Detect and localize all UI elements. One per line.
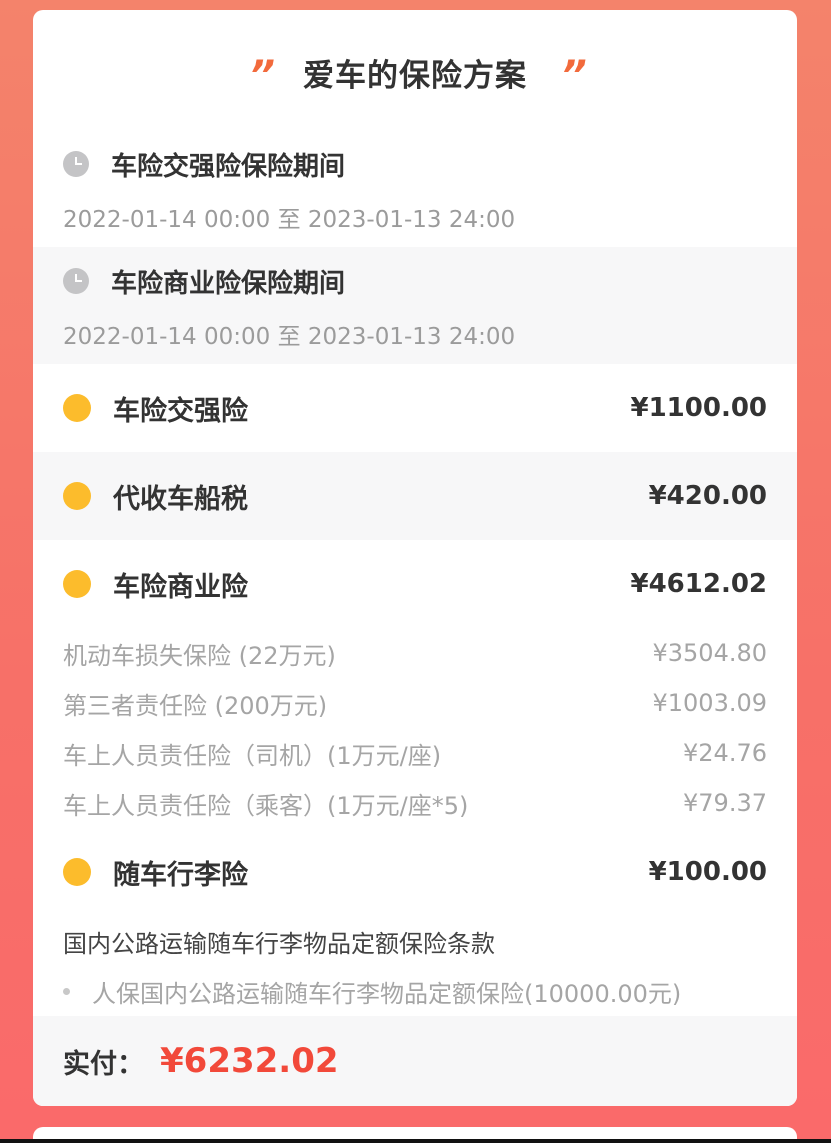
item-label: 代收车船税 — [113, 483, 248, 515]
bullet-icon — [63, 987, 70, 995]
detail-row-passenger: 车上人员责任险（乘客）(1万元/座*5) ¥79.37 — [33, 778, 797, 828]
total-row: 实付： ¥6232.02 — [33, 1016, 797, 1106]
dot-icon — [63, 394, 91, 422]
item-amount: ¥420.00 — [648, 481, 767, 511]
quote-left-icon: ” — [249, 53, 275, 99]
detail-label: 机动车损失保险 (22万元) — [63, 641, 336, 670]
period-compulsory: 车险交强险保险期间 2022-01-14 00:00 至 2023-01-13 … — [33, 130, 797, 247]
item-label: 车险交强险 — [113, 395, 248, 427]
detail-amount: ¥3504.80 — [652, 639, 767, 667]
clause-item-text: 人保国内公路运输随车行李物品定额保险(10000.00元) — [92, 979, 682, 1008]
item-luggage-insurance: 随车行李险 ¥100.00 — [33, 828, 797, 916]
item-amount: ¥100.00 — [648, 857, 767, 887]
insurance-plan-card: ” 爱车的保险方案 ” 车险交强险保险期间 2022-01-14 00:00 至… — [33, 10, 797, 1106]
plan-header: ” 爱车的保险方案 ” — [33, 10, 797, 130]
item-label: 随车行李险 — [113, 859, 248, 891]
clock-icon — [63, 268, 89, 294]
item-vehicle-tax: 代收车船税 ¥420.00 — [33, 452, 797, 540]
detail-label: 车上人员责任险（乘客）(1万元/座*5) — [63, 791, 469, 820]
item-commercial-insurance: 车险商业险 ¥4612.02 — [33, 540, 797, 628]
period-dates: 2022-01-14 00:00 至 2023-01-13 24:00 — [63, 207, 516, 233]
detail-amount: ¥79.37 — [683, 789, 767, 817]
quote-right-icon: ” — [561, 53, 587, 99]
period-label: 车险交强险保险期间 — [111, 151, 346, 182]
detail-amount: ¥1003.09 — [652, 689, 767, 717]
clause-title: 国内公路运输随车行李物品定额保险条款 — [63, 929, 495, 958]
detail-row-driver: 车上人员责任险（司机）(1万元/座) ¥24.76 — [33, 728, 797, 778]
detail-label: 车上人员责任险（司机）(1万元/座) — [63, 741, 442, 770]
period-commercial: 车险商业险保险期间 2022-01-14 00:00 至 2023-01-13 … — [33, 247, 797, 364]
item-amount: ¥4612.02 — [630, 569, 767, 599]
item-compulsory-insurance: 车险交强险 ¥1100.00 — [33, 364, 797, 452]
detail-amount: ¥24.76 — [683, 739, 767, 767]
detail-label: 第三者责任险 (200万元) — [63, 691, 328, 720]
dot-icon — [63, 482, 91, 510]
item-label: 车险商业险 — [113, 571, 248, 603]
clause-item: 人保国内公路运输随车行李物品定额保险(10000.00元) — [33, 966, 797, 1016]
plan-title: 爱车的保险方案 — [303, 57, 527, 94]
dot-icon — [63, 570, 91, 598]
detail-row-third-party: 第三者责任险 (200万元) ¥1003.09 — [33, 678, 797, 728]
bottom-edge — [0, 1139, 831, 1143]
total-label: 实付： — [63, 1048, 144, 1080]
period-label: 车险商业险保险期间 — [111, 268, 346, 299]
period-dates: 2022-01-14 00:00 至 2023-01-13 24:00 — [63, 324, 516, 350]
detail-row-vehicle-damage: 机动车损失保险 (22万元) ¥3504.80 — [33, 628, 797, 678]
clock-icon — [63, 151, 89, 177]
total-amount: ¥6232.02 — [160, 1041, 339, 1081]
dot-icon — [63, 858, 91, 886]
item-amount: ¥1100.00 — [630, 393, 767, 423]
